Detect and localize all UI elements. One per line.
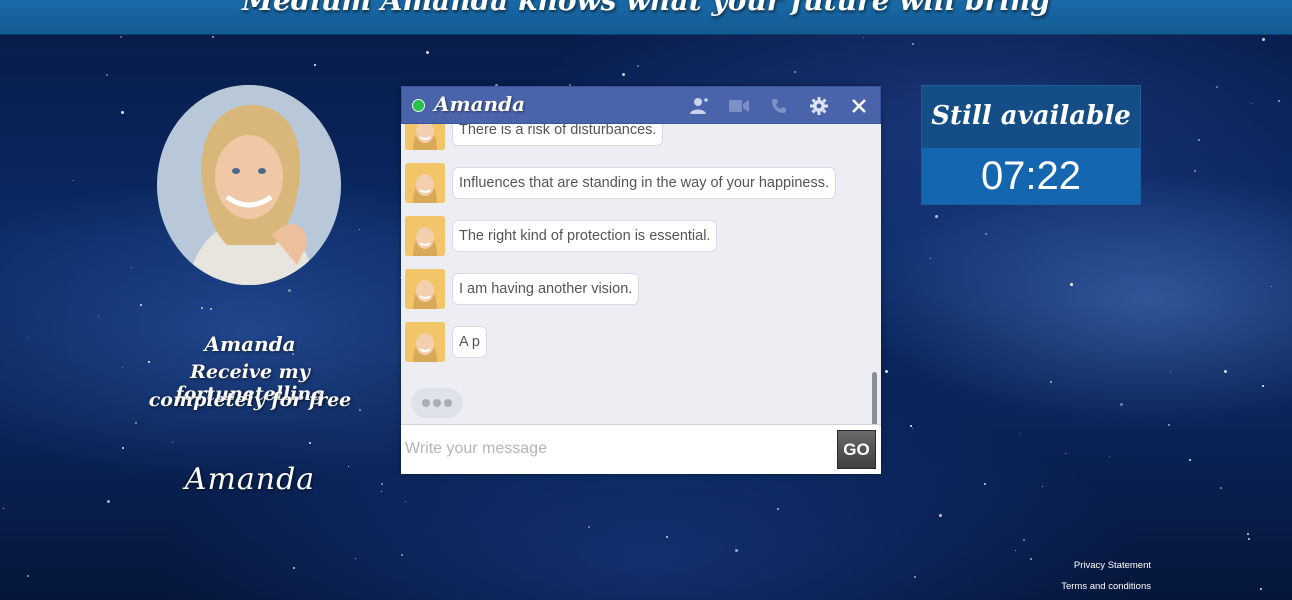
profile-name: Amanda <box>204 332 296 356</box>
message-avatar <box>405 269 445 309</box>
gear-icon[interactable] <box>808 95 830 117</box>
profile-signature: Amanda <box>184 462 316 497</box>
add-user-icon[interactable] <box>688 95 710 117</box>
avatar <box>157 85 341 285</box>
message-text: A p <box>452 326 487 358</box>
terms-link[interactable]: Terms and conditions <box>1061 581 1151 592</box>
chat-scrollbar[interactable] <box>872 372 877 424</box>
chat-header: Amanda <box>401 86 881 124</box>
close-icon[interactable] <box>848 95 870 117</box>
message-text: There is a risk of disturbances. <box>452 124 664 146</box>
message-text: The right kind of protection is essentia… <box>452 220 718 252</box>
availability-timer: Still available 07:22 <box>921 85 1141 205</box>
message-input[interactable] <box>403 433 835 465</box>
phone-icon[interactable] <box>768 95 790 117</box>
online-status-icon <box>412 99 425 112</box>
chat-window: Amanda There is a risk of disturbances. <box>401 86 881 474</box>
timer-value: 07:22 <box>922 148 1140 204</box>
privacy-statement-link[interactable]: Privacy Statement <box>1074 560 1151 571</box>
send-button[interactable]: GO <box>837 430 876 469</box>
portrait-image <box>157 85 341 285</box>
chat-message: There is a risk of disturbances. <box>405 124 664 150</box>
timer-label: Still available <box>922 86 1140 148</box>
profile-tagline-2: completely for free <box>148 389 352 411</box>
message-avatar <box>405 322 445 362</box>
typing-indicator <box>411 388 463 418</box>
page-title: Medium Amanda knows what your future wil… <box>242 0 1050 17</box>
top-banner: Medium Amanda knows what your future wil… <box>0 0 1292 35</box>
chat-message: The right kind of protection is essentia… <box>405 216 718 256</box>
chat-title: Amanda <box>434 92 526 116</box>
chat-messages: There is a risk of disturbances. Influen… <box>401 124 881 424</box>
chat-message: Influences that are standing in the way … <box>405 163 836 203</box>
chat-message: A p <box>405 322 487 362</box>
message-text: I am having another vision. <box>452 273 640 305</box>
chat-input-bar: GO <box>401 424 881 474</box>
message-avatar <box>405 216 445 256</box>
chat-message: I am having another vision. <box>405 269 640 309</box>
message-avatar <box>405 163 445 203</box>
message-text: Influences that are standing in the way … <box>452 167 836 199</box>
video-icon[interactable] <box>728 95 750 117</box>
message-avatar <box>405 124 445 150</box>
